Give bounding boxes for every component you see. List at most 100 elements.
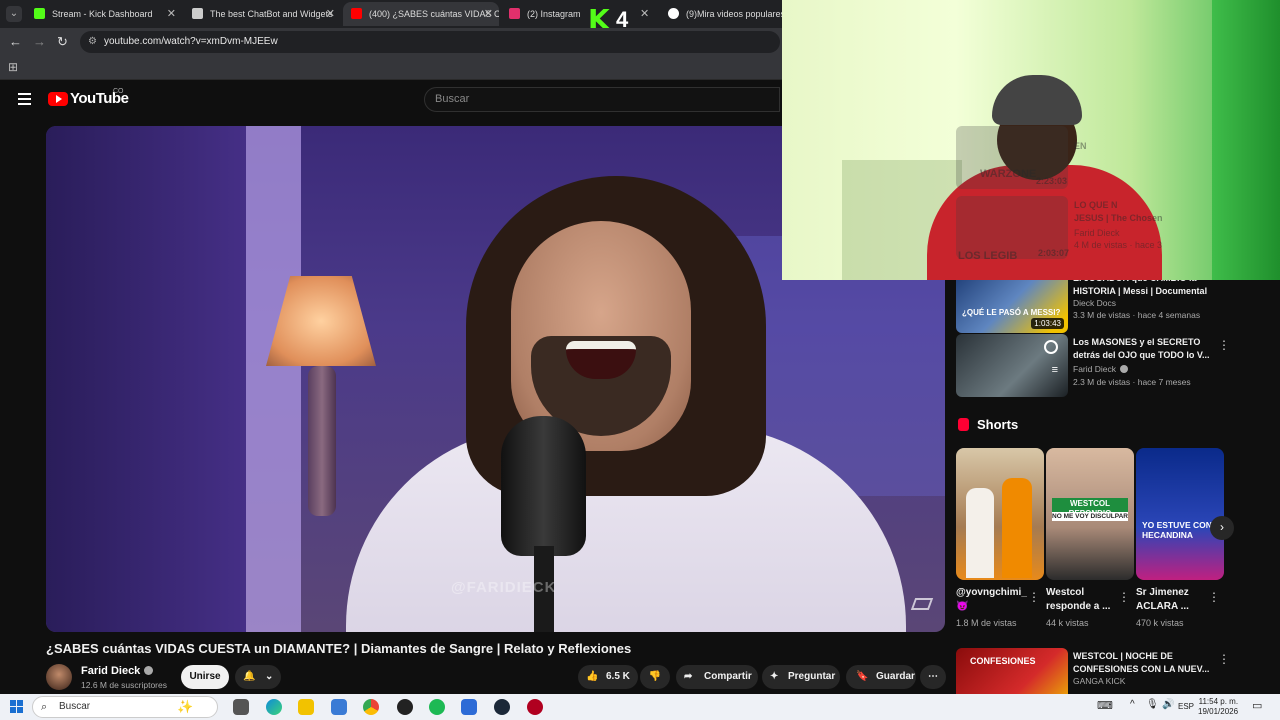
tab-youtube-video[interactable]: (400) ¿SABES cuántas VIDAS CU ✕: [343, 2, 499, 26]
thumbs-up-icon: 👍: [586, 671, 599, 682]
ghost-text: LO QUE N: [1074, 200, 1118, 210]
tiktok-favicon-icon: [668, 8, 679, 19]
tab-close-icon[interactable]: ✕: [484, 2, 493, 26]
more-horizontal-icon: ⋯: [928, 671, 938, 682]
channel-name[interactable]: Dieck Docs: [1073, 298, 1116, 308]
video-meta: 2.3 M de vistas · hace 7 meses: [1073, 377, 1191, 387]
short-person: [966, 488, 994, 578]
edge-icon[interactable]: [266, 699, 282, 715]
tab-title: (9)Mira videos populares sel: [686, 9, 782, 19]
tab-close-icon[interactable]: ✕: [326, 2, 335, 26]
language-indicator[interactable]: ESP: [1178, 702, 1194, 711]
microphone-icon[interactable]: 🎙: [1146, 699, 1159, 710]
save-button[interactable]: 🔖 Guardar: [846, 665, 916, 689]
webcam-person-cap: [992, 75, 1082, 125]
tab-search-icon[interactable]: ⌄: [6, 6, 22, 22]
short-thumbnail[interactable]: YO ESTUVE CON HECANDINA: [1136, 448, 1224, 580]
store-icon[interactable]: [331, 699, 347, 715]
webcam-green-wall: [1212, 0, 1280, 280]
more-vertical-icon[interactable]: ⋮: [1028, 590, 1040, 604]
forward-arrow-icon[interactable]: →: [33, 34, 46, 49]
address-bar[interactable]: ⚙ youtube.com/watch?v=xmDvm-MJEEw: [80, 31, 780, 53]
chrome-icon[interactable]: [363, 699, 379, 715]
like-button[interactable]: 👍 6.5 K: [578, 665, 638, 689]
ghost-text: Farid Dieck: [1074, 228, 1120, 238]
more-vertical-icon[interactable]: ⋮: [1218, 652, 1230, 666]
short-thumb-subtext: NO ME VOY DISCULPAR: [1052, 512, 1128, 521]
channel-name[interactable]: GANGA KICK: [1073, 676, 1125, 686]
more-vertical-icon[interactable]: ⋮: [1118, 590, 1130, 604]
tab-kick-dashboard[interactable]: Stream - Kick Dashboard ✕: [26, 2, 182, 26]
list-item[interactable]: ≡ Los MASONES y el SECRETO detrás del OJ…: [956, 334, 1256, 398]
reload-icon[interactable]: ↻: [57, 34, 68, 50]
task-view-icon[interactable]: [233, 699, 249, 715]
tab-chatbot[interactable]: The best ChatBot and Widgets ✕: [184, 2, 341, 26]
short-thumb-text: YO ESTUVE CON HECANDINA: [1142, 520, 1212, 540]
tab-tiktok[interactable]: (9)Mira videos populares sel: [660, 2, 782, 26]
keyboard-icon[interactable]: ⌨: [1097, 699, 1113, 712]
tab-instagram[interactable]: (2) Instagram: [501, 2, 581, 26]
chevron-up-icon[interactable]: ^: [1130, 699, 1135, 710]
back-arrow-icon[interactable]: ←: [9, 34, 22, 49]
windows-start-icon[interactable]: [10, 700, 24, 714]
video-title[interactable]: WESTCOL | NOCHE DE CONFESIONES CON LA NU…: [1073, 650, 1213, 676]
more-actions-button[interactable]: ⋯: [920, 665, 946, 689]
channel-watermark-icon[interactable]: [910, 598, 934, 610]
taskbar-search-input[interactable]: ⌕ Buscar ✨: [32, 696, 218, 718]
more-vertical-icon[interactable]: ⋮: [1218, 338, 1230, 352]
ask-button[interactable]: ✦ Preguntar: [762, 665, 840, 689]
tab-close-icon[interactable]: ✕: [167, 2, 176, 26]
short-person: [1002, 478, 1032, 578]
video-thumbnail[interactable]: CONFESIONES: [956, 648, 1068, 694]
join-button[interactable]: Unirse: [181, 665, 229, 689]
dislike-button[interactable]: 👎: [640, 665, 670, 689]
file-explorer-icon[interactable]: [298, 699, 314, 715]
share-button[interactable]: ➦ Compartir: [676, 665, 758, 689]
thumbs-down-icon: 👎: [648, 671, 662, 682]
site-info-icon[interactable]: ⚙: [88, 31, 97, 53]
video-background-light: [246, 126, 301, 632]
youtube-logo-icon[interactable]: [48, 92, 68, 106]
notification-icon[interactable]: ▭: [1252, 699, 1262, 712]
list-item[interactable]: CONFESIONES WESTCOL | NOCHE DE CONFESION…: [956, 648, 1256, 694]
video-title[interactable]: Los MASONES y el SECRETO detrás del OJO …: [1073, 336, 1213, 362]
app-icon[interactable]: [461, 699, 477, 715]
short-thumbnail[interactable]: [956, 448, 1044, 580]
verified-icon: [144, 666, 154, 675]
channel-name[interactable]: Farid Dieck: [1073, 364, 1128, 374]
obs-icon[interactable]: [397, 699, 413, 715]
short-title[interactable]: Sr Jimenez ACLARA ...: [1136, 586, 1208, 614]
menu-icon[interactable]: [18, 93, 31, 105]
channel-name[interactable]: Farid Dieck: [81, 665, 154, 677]
video-thumbnail[interactable]: ≡: [956, 334, 1068, 397]
chevron-right-icon[interactable]: ›: [1210, 516, 1234, 540]
more-vertical-icon[interactable]: ⋮: [1208, 590, 1220, 604]
share-icon: ➦: [684, 671, 693, 682]
short-title[interactable]: Westcol responde a ...: [1046, 586, 1118, 614]
share-label: Compartir: [704, 671, 752, 682]
watch-later-icon[interactable]: [1044, 340, 1058, 354]
short-views: 1.8 M de vistas: [956, 618, 1017, 628]
ghost-text: EN: [1074, 141, 1087, 151]
subscribed-bell-button[interactable]: 🔔 ⌄: [235, 665, 281, 689]
channel-avatar[interactable]: [46, 664, 72, 690]
tab-title: Stream - Kick Dashboard: [52, 9, 153, 19]
clock-time: 11:54 p. m.: [1198, 697, 1239, 706]
windows-taskbar: ⌕ Buscar ✨ ⌨ ^ 🎙 🔊 ESP 11:54 p. m. 19/01…: [0, 694, 1280, 720]
add-to-queue-icon[interactable]: ≡: [1052, 364, 1058, 376]
spotify-icon[interactable]: [429, 699, 445, 715]
short-thumbnail[interactable]: WESTCOL REPONDIO NO ME VOY DISCULPAR: [1046, 448, 1134, 580]
short-views: 44 k vistas: [1046, 618, 1089, 628]
short-title[interactable]: @yovngchimi_ 😈: [956, 586, 1028, 614]
video-microphone: [501, 416, 586, 556]
apps-grid-icon[interactable]: ⊞: [8, 60, 18, 74]
url-text: youtube.com/watch?v=xmDvm-MJEEw: [104, 36, 278, 47]
app-icon[interactable]: [527, 699, 543, 715]
volume-icon[interactable]: 🔊: [1162, 699, 1174, 710]
taskbar-clock[interactable]: 11:54 p. m. 19/01/2026: [1198, 697, 1238, 717]
steam-icon[interactable]: [494, 699, 510, 715]
thumbnail-text: CONFESIONES: [970, 656, 1036, 666]
search-input[interactable]: Buscar: [424, 87, 780, 112]
tab-close-icon[interactable]: ✕: [640, 7, 649, 20]
subscriber-count: 12.6 M de suscriptores: [81, 680, 167, 690]
